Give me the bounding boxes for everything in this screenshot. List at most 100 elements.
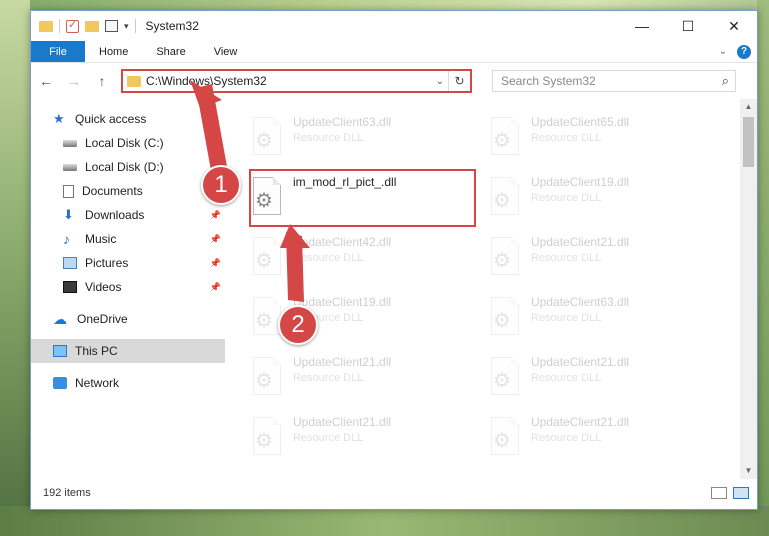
file-item[interactable]: ⚙ UpdateClient42.dll Resource DLL — [241, 233, 471, 287]
file-name: UpdateClient21.dll — [293, 355, 392, 369]
dll-file-icon: ⚙ — [249, 357, 285, 399]
tab-home[interactable]: Home — [85, 41, 142, 62]
scrollbar-thumb[interactable] — [743, 117, 754, 167]
title-bar: ▾ System32 — ☐ ✕ — [31, 11, 757, 41]
file-item[interactable]: ⚙ UpdateClient21.dll Resource DLL — [479, 413, 709, 467]
large-icons-view-icon[interactable] — [733, 487, 749, 499]
window-controls: — ☐ ✕ — [619, 11, 757, 41]
sidebar-item-label: Local Disk (D:) — [85, 160, 164, 174]
download-icon: ⬇ — [63, 207, 74, 222]
customize-toolbar-chevron-icon[interactable]: ▾ — [124, 21, 129, 32]
sidebar-item-onedrive[interactable]: ☁ OneDrive — [31, 307, 225, 331]
item-count: 192 items — [43, 487, 91, 499]
pin-icon: 📌 — [209, 209, 221, 220]
sidebar-item-downloads[interactable]: ⬇ Downloads 📌 — [31, 203, 225, 227]
window-title: System32 — [145, 19, 199, 33]
sidebar-item-label: Downloads — [85, 208, 145, 222]
file-description: Resource DLL — [293, 132, 364, 144]
sidebar-item-documents[interactable]: Documents 📌 — [31, 179, 225, 203]
sidebar-item-network[interactable]: Network — [31, 371, 225, 395]
desktop-background-left — [0, 0, 30, 536]
sidebar-item-videos[interactable]: Videos 📌 — [31, 275, 225, 299]
navigation-bar: ← → ↑ C:\Windows\System32 ⌄ ↻ Search Sys… — [31, 63, 757, 99]
back-button[interactable]: ← — [37, 73, 55, 89]
file-name: UpdateClient21.dll — [531, 235, 630, 249]
dll-file-icon: ⚙ — [487, 177, 523, 219]
file-description: Resource DLL — [531, 372, 602, 384]
dll-file-icon: ⚙ — [249, 237, 285, 279]
file-item[interactable]: ⚙ UpdateClient21.dll Resource DLL — [241, 353, 471, 407]
address-bar[interactable]: C:\Windows\System32 ⌄ ↻ — [121, 69, 472, 93]
ribbon-tabs: File Home Share View ⌄ ? — [31, 41, 757, 63]
quick-access-toolbar: ▾ — [39, 18, 136, 33]
file-item[interactable]: ⚙ UpdateClient19.dll Resource DLL — [479, 173, 709, 227]
pin-icon: 📌 — [209, 257, 221, 268]
dll-file-icon: ⚙ — [487, 237, 523, 279]
sidebar-item-music[interactable]: ♪ Music 📌 — [31, 227, 225, 251]
refresh-button[interactable]: ↻ — [448, 71, 470, 91]
details-view-icon[interactable] — [711, 487, 727, 499]
properties-check-icon[interactable] — [66, 18, 79, 33]
dll-file-icon: ⚙ — [487, 117, 523, 159]
expand-ribbon-chevron-icon[interactable]: ⌄ — [719, 46, 727, 57]
file-name: UpdateClient21.dll — [531, 355, 630, 369]
dll-file-icon: ⚙ — [487, 297, 523, 339]
file-description: Resource DLL — [531, 252, 602, 264]
dll-file-icon: ⚙ — [249, 117, 285, 159]
tab-share[interactable]: Share — [142, 41, 199, 62]
disk-icon — [63, 163, 77, 171]
file-description: Resource DLL — [531, 312, 602, 324]
scroll-up-arrow-icon[interactable]: ▲ — [740, 99, 757, 115]
properties-icon[interactable] — [105, 20, 118, 32]
sidebar-item-label: Videos — [85, 280, 122, 294]
sidebar-item-local-disk-d[interactable]: Local Disk (D:) — [31, 155, 225, 179]
sidebar-item-label: Local Disk (C:) — [85, 136, 164, 150]
sidebar-item-this-pc[interactable]: This PC — [31, 339, 225, 363]
file-item[interactable]: ⚙ UpdateClient21.dll Resource DLL — [241, 413, 471, 467]
documents-icon — [63, 184, 74, 198]
sidebar-item-pictures[interactable]: Pictures 📌 — [31, 251, 225, 275]
file-name: UpdateClient19.dll — [531, 175, 630, 189]
new-folder-icon[interactable] — [85, 20, 99, 32]
sidebar-item-label: Network — [75, 376, 120, 390]
view-toggle — [711, 487, 749, 499]
cloud-icon: ☁ — [53, 310, 67, 327]
close-button[interactable]: ✕ — [711, 11, 757, 41]
file-item[interactable]: ⚙ UpdateClient21.dll Resource DLL — [479, 353, 709, 407]
maximize-button[interactable]: ☐ — [665, 11, 711, 41]
ribbon-right: ⌄ ? — [719, 41, 757, 62]
navigation-pane: ★ Quick access Local Disk (C:) Local Dis… — [31, 99, 225, 479]
file-list: ⚙ UpdateClient63.dll Resource DLL ⚙ im_mo… — [225, 99, 757, 479]
file-name: UpdateClient65.dll — [531, 115, 630, 129]
file-item[interactable]: ⚙ UpdateClient65.dll Resource DLL — [479, 113, 709, 167]
sidebar-item-local-disk-c[interactable]: Local Disk (C:) — [31, 131, 225, 155]
file-description: Resource DLL — [531, 132, 602, 144]
file-highlight-box — [249, 169, 476, 227]
file-name: UpdateClient63.dll — [293, 115, 392, 129]
file-description: Resource DLL — [293, 372, 364, 384]
file-name: UpdateClient21.dll — [293, 415, 392, 429]
search-input[interactable]: Search System32 ⌕ — [492, 70, 736, 92]
help-icon[interactable]: ? — [737, 44, 751, 59]
videos-icon — [63, 281, 77, 293]
tab-view[interactable]: View — [200, 41, 252, 62]
file-explorer-window: ▾ System32 — ☐ ✕ File Home Share View ⌄ … — [30, 10, 758, 510]
file-description: Resource DLL — [293, 252, 364, 264]
up-button[interactable]: ↑ — [93, 73, 111, 89]
tab-file[interactable]: File — [31, 41, 85, 62]
file-name: UpdateClient63.dll — [531, 295, 630, 309]
vertical-scrollbar[interactable]: ▲ ▼ — [740, 99, 757, 479]
minimize-button[interactable]: — — [619, 11, 665, 41]
file-description: Resource DLL — [531, 432, 602, 444]
forward-button[interactable]: → — [65, 73, 83, 89]
callout-1: 1 — [201, 165, 241, 205]
sidebar-item-quick-access[interactable]: ★ Quick access — [31, 107, 225, 131]
file-item[interactable]: ⚙ UpdateClient19.dll Resource DLL — [241, 293, 471, 347]
address-dropdown-chevron-icon[interactable]: ⌄ — [436, 76, 444, 87]
computer-icon — [53, 345, 67, 357]
file-item[interactable]: ⚙ UpdateClient63.dll Resource DLL — [479, 293, 709, 347]
file-item[interactable]: ⚙ UpdateClient63.dll Resource DLL — [241, 113, 471, 167]
file-item[interactable]: ⚙ UpdateClient21.dll Resource DLL — [479, 233, 709, 287]
